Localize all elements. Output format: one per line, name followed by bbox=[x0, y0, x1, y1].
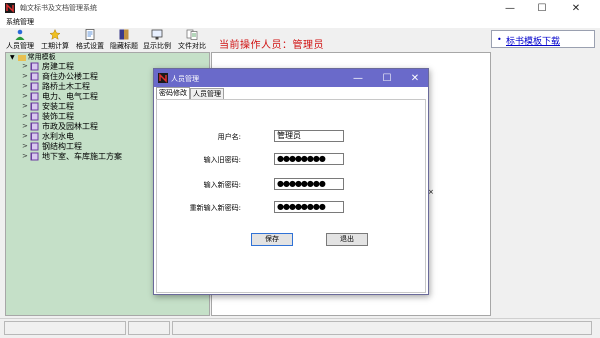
save-button[interactable]: 保存 bbox=[251, 233, 293, 246]
dialog-tabs: 密码修改 人员管理 bbox=[154, 87, 428, 99]
chevron-right-icon[interactable]: > bbox=[22, 62, 30, 70]
tree-item[interactable]: > 水利水电 bbox=[22, 131, 74, 141]
user-manage-icon bbox=[15, 29, 25, 40]
toolbar-user-manage-button[interactable]: 人员管理 bbox=[6, 28, 34, 52]
dialog-close-button[interactable]: ✕ bbox=[401, 69, 429, 87]
minimize-button[interactable]: — bbox=[494, 0, 526, 16]
tree-item[interactable]: > 安装工程 bbox=[22, 101, 74, 111]
book-icon bbox=[30, 72, 39, 80]
book-icon bbox=[30, 142, 39, 150]
dialog-titlebar: 人员管理 — ☐ ✕ bbox=[154, 69, 428, 87]
tree-item[interactable]: > 装饰工程 bbox=[22, 111, 74, 121]
zoom-ratio-icon bbox=[151, 29, 163, 40]
book-icon bbox=[30, 122, 39, 130]
link-bullet: • bbox=[497, 35, 502, 44]
status-cell bbox=[172, 321, 592, 335]
old-password-label: 输入旧密码: bbox=[203, 156, 241, 164]
tab-change-password[interactable]: 密码修改 bbox=[156, 87, 190, 99]
menu-bar: 系统管理 bbox=[0, 16, 600, 28]
dialog-minimize-button[interactable]: — bbox=[344, 69, 372, 87]
toolbar-zoom-ratio-button[interactable]: 显示比例 bbox=[143, 28, 171, 52]
chevron-right-icon[interactable]: > bbox=[22, 112, 30, 120]
window-title: 翰文标书及文档管理系统 bbox=[20, 4, 97, 12]
toolbar-format-settings-button[interactable]: 格式设置 bbox=[76, 28, 104, 52]
book-icon bbox=[30, 152, 39, 160]
toolbar-hide-title-button[interactable]: 隐藏标题 bbox=[110, 28, 138, 52]
chevron-right-icon[interactable]: > bbox=[22, 92, 30, 100]
tree-item[interactable]: > 商住办公楼工程 bbox=[22, 71, 98, 81]
tree-item[interactable]: > 市政及园林工程 bbox=[22, 121, 98, 131]
hide-title-icon bbox=[119, 29, 129, 40]
book-icon bbox=[30, 92, 39, 100]
tree-item[interactable]: > 房建工程 bbox=[22, 61, 74, 71]
book-icon bbox=[30, 132, 39, 140]
new-password-field[interactable]: ●●●●●●●● bbox=[274, 178, 344, 190]
username-field[interactable]: 管理员 bbox=[274, 130, 344, 142]
book-icon bbox=[30, 112, 39, 120]
right-panel bbox=[491, 48, 595, 316]
change-password-panel: 用户名: 管理员 输入旧密码: ●●●●●●●● 输入新密码: ●●●●●●●●… bbox=[156, 99, 426, 293]
chevron-right-icon[interactable]: > bbox=[22, 142, 30, 150]
folder-icon bbox=[17, 54, 26, 61]
username-label: 用户名: bbox=[217, 133, 241, 141]
status-cell bbox=[128, 321, 170, 335]
template-download-link[interactable]: 标书模板下载 bbox=[506, 34, 560, 47]
status-bar bbox=[0, 318, 600, 338]
status-cell bbox=[4, 321, 126, 335]
chevron-right-icon[interactable]: > bbox=[22, 82, 30, 90]
user-management-dialog: 人员管理 — ☐ ✕ 密码修改 人员管理 用户名: 管理员 输入旧密码: ●●●… bbox=[153, 68, 429, 295]
window-titlebar: 翰文标书及文档管理系统 — ☐ ✕ bbox=[0, 0, 600, 16]
tree-item[interactable]: > 地下室、车库施工方案 bbox=[22, 151, 122, 161]
app-logo-icon bbox=[158, 73, 168, 83]
dialog-title: 人员管理 bbox=[171, 75, 199, 83]
old-password-field[interactable]: ●●●●●●●● bbox=[274, 153, 344, 165]
dialog-maximize-button[interactable]: ☐ bbox=[373, 69, 401, 87]
menu-system-management[interactable]: 系统管理 bbox=[6, 17, 34, 27]
book-icon bbox=[30, 82, 39, 90]
close-button[interactable]: ✕ bbox=[560, 0, 592, 16]
toolbar-file-compare-button[interactable]: 文件对比 bbox=[178, 28, 206, 52]
chevron-right-icon[interactable]: > bbox=[22, 132, 30, 140]
exit-button[interactable]: 退出 bbox=[326, 233, 368, 246]
confirm-password-label: 重新输入新密码: bbox=[189, 204, 241, 212]
format-settings-icon bbox=[85, 29, 95, 40]
book-icon bbox=[30, 102, 39, 110]
chevron-right-icon[interactable]: > bbox=[22, 122, 30, 130]
maximize-button[interactable]: ☐ bbox=[526, 0, 558, 16]
current-operator-label: 当前操作人员：管理员 bbox=[219, 40, 324, 51]
tree-item[interactable]: > 路桥土木工程 bbox=[22, 81, 90, 91]
tab-user-management[interactable]: 人员管理 bbox=[190, 88, 224, 99]
chevron-right-icon[interactable]: > bbox=[22, 152, 30, 160]
app-logo-icon bbox=[5, 3, 15, 13]
schedule-calc-icon bbox=[49, 29, 61, 40]
file-compare-icon bbox=[186, 29, 198, 40]
book-icon bbox=[30, 62, 39, 70]
template-download-panel: • 标书模板下载 bbox=[491, 30, 595, 48]
tree-item[interactable]: > 钢结构工程 bbox=[22, 141, 82, 151]
expand-arrow-icon[interactable]: ▼ bbox=[10, 54, 15, 61]
toolbar-schedule-calc-button[interactable]: 工期计算 bbox=[41, 28, 69, 52]
tree-item[interactable]: > 电力、电气工程 bbox=[22, 91, 98, 101]
new-password-label: 输入新密码: bbox=[203, 181, 241, 189]
chevron-right-icon[interactable]: > bbox=[22, 72, 30, 80]
chevron-right-icon[interactable]: > bbox=[22, 102, 30, 110]
confirm-password-field[interactable]: ●●●●●●●● bbox=[274, 201, 344, 213]
